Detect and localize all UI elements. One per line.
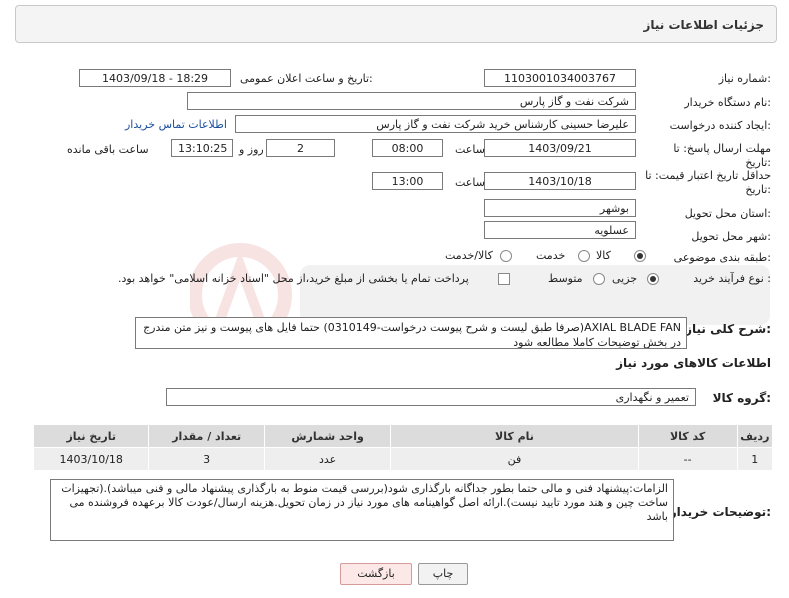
goods-section-title: اطلاعات کالاهای مورد نیاز — [616, 356, 771, 370]
page-title: جزئیات اطلاعات نیاز — [643, 18, 764, 32]
row-name: فن — [390, 447, 639, 471]
process-minor-radio[interactable] — [647, 273, 659, 285]
goods-group-label: گروه کالا: — [712, 391, 771, 405]
goods-table: ردیف کد کالا نام کالا واحد شمارش تعداد /… — [32, 424, 774, 471]
remaining-label: ساعت باقی مانده — [67, 143, 149, 156]
goods-table-header: ردیف کد کالا نام کالا واحد شمارش تعداد /… — [32, 424, 774, 448]
process-minor-label: جزیی — [612, 272, 638, 285]
announce-label: تاریخ و ساعت اعلان عمومی: — [240, 72, 373, 85]
validity-hour-label: ساعت — [455, 176, 485, 189]
payment-note: پرداخت تمام یا بخشی از مبلغ خرید،از محل … — [118, 272, 469, 285]
validity-time-field: 13:00 — [372, 172, 443, 190]
contact-info-link[interactable]: اطلاعات تماس خریدار — [125, 118, 227, 131]
validity-label: حداقل تاریخ اعتبار قیمت: تا — [645, 169, 771, 182]
col-row: ردیف — [736, 424, 774, 448]
description-field: AXIAL BLADE FAN(صرفا طبق لیست و شرح پیوس… — [135, 317, 687, 349]
col-qty: تعداد / مقدار — [148, 424, 265, 448]
col-date: تاریخ نیاز — [32, 424, 150, 448]
province-label: استان محل تحویل: — [684, 207, 771, 220]
category-goods-radio[interactable] — [634, 250, 646, 262]
process-medium-radio[interactable] — [593, 273, 605, 285]
buyer-notes-label: توضیحات خریدار: — [669, 505, 771, 519]
process-label: نوع فرآیند خرید : — [693, 272, 771, 285]
print-button[interactable]: چاپ — [418, 563, 468, 585]
deadline-hour-label: ساعت — [455, 143, 485, 156]
row-code: -- — [637, 447, 738, 471]
province-field: بوشهر — [484, 199, 636, 217]
need-number-label: شماره نیاز: — [718, 72, 771, 85]
table-row: 1 -- فن عدد 3 1403/10/18 — [32, 447, 774, 471]
announce-field: 1403/09/18 - 18:29 — [79, 69, 231, 87]
row-number: 1 — [736, 447, 774, 471]
row-qty: 3 — [148, 447, 265, 471]
deadline-label: مهلت ارسال پاسخ: تا — [673, 142, 771, 155]
goods-group-field: تعمیر و نگهداری — [166, 388, 696, 406]
buyer-notes-field: الزامات:پیشنهاد فنی و مالی حتما بطور جدا… — [50, 479, 674, 541]
category-service-label: خدمت — [536, 249, 566, 262]
deadline-time-field: 08:00 — [372, 139, 443, 157]
remaining-time-field: 13:10:25 — [171, 139, 233, 157]
col-unit: واحد شمارش — [263, 424, 392, 448]
category-both-label: کالا/خدمت — [445, 249, 493, 262]
creator-label: ایجاد کننده درخواست: — [669, 119, 771, 132]
description-label: شرح کلی نیاز: — [685, 322, 771, 336]
need-number-field: 1103001034003767 — [484, 69, 636, 87]
row-unit: عدد — [263, 447, 392, 471]
process-medium-label: متوسط — [548, 272, 583, 285]
days-label: روز و — [239, 143, 264, 156]
back-button[interactable]: بازگشت — [340, 563, 412, 585]
city-label: شهر محل تحویل: — [691, 230, 771, 243]
validity-date-field: 1403/10/18 — [484, 172, 636, 190]
row-date: 1403/10/18 — [32, 447, 150, 471]
creator-field: علیرضا حسینی کارشناس خرید شرکت نفت و گاز… — [235, 115, 636, 133]
validity-date-suffix: تاریخ: — [745, 183, 771, 196]
category-both-radio[interactable] — [500, 250, 512, 262]
category-label: طبقه بندی موضوعی: — [673, 251, 771, 264]
category-goods-label: کالا — [596, 249, 611, 262]
days-field: 2 — [266, 139, 335, 157]
col-name: نام کالا — [390, 424, 639, 448]
category-service-radio[interactable] — [578, 250, 590, 262]
deadline-date-suffix: تاریخ: — [745, 156, 771, 169]
buyer-field: شرکت نفت و گاز پارس — [187, 92, 636, 110]
buyer-label: نام دستگاه خریدار: — [684, 96, 771, 109]
payment-checkbox[interactable] — [498, 273, 510, 285]
header-panel: جزئیات اطلاعات نیاز — [15, 5, 777, 43]
deadline-date-field: 1403/09/21 — [484, 139, 636, 157]
col-code: کد کالا — [637, 424, 738, 448]
city-field: عسلویه — [484, 221, 636, 239]
